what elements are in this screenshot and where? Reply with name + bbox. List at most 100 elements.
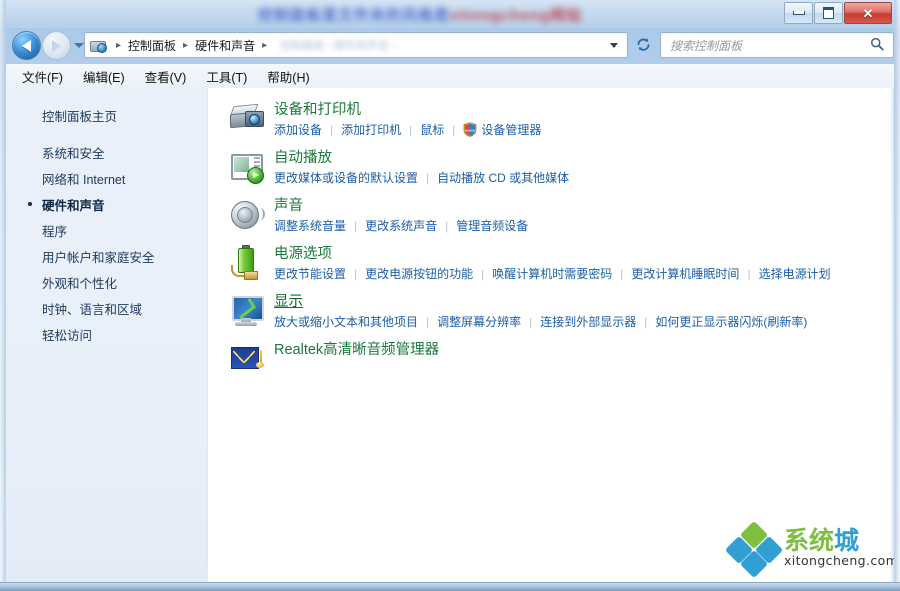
- link-change-system-sounds[interactable]: 更改系统声音: [365, 217, 437, 234]
- link-connect-external-display[interactable]: 连接到外部显示器: [540, 313, 636, 330]
- maximize-button[interactable]: [814, 2, 843, 24]
- link-change-power-button-behavior[interactable]: 更改电源按钮的功能: [365, 265, 473, 282]
- link-change-sleep-time[interactable]: 更改计算机睡眠时间: [631, 265, 739, 282]
- link-separator: |: [445, 218, 449, 233]
- sidebar-item-hardware-and-sound[interactable]: 硬件和声音: [6, 191, 207, 217]
- refresh-button[interactable]: [631, 32, 655, 56]
- category-title-link[interactable]: 自动播放: [274, 148, 332, 168]
- site-watermark: 系统城 xitongcheng.com: [724, 520, 894, 579]
- brand-diamond-logo-icon: [724, 520, 784, 579]
- link-device-manager[interactable]: 设备管理器: [463, 121, 541, 138]
- link-label: 设备管理器: [481, 123, 542, 137]
- breadcrumb-separator-2[interactable]: ▸: [257, 40, 272, 51]
- link-change-power-saving-settings[interactable]: 更改节能设置: [274, 265, 346, 282]
- realtek-audio-icon[interactable]: [230, 342, 264, 376]
- menu-item-file[interactable]: 文件(F): [12, 64, 73, 89]
- link-add-printer[interactable]: 添加打印机: [341, 121, 401, 138]
- category-title-link[interactable]: 声音: [274, 196, 303, 216]
- display-icon[interactable]: [230, 294, 264, 328]
- sound-icon[interactable]: [230, 198, 265, 232]
- category-display: 显示 放大或缩小文本和其他项目 | 调整屏幕分辨率 | 连接到外部显示器 | 如…: [208, 292, 894, 340]
- brand-name-cn: 系统城: [784, 526, 859, 555]
- link-require-password-on-wakeup[interactable]: 唤醒计算机时需要密码: [492, 265, 612, 282]
- forward-arrow-icon: [52, 39, 61, 52]
- window-border-bottom: [0, 582, 900, 591]
- breadcrumb-separator-1[interactable]: ▸: [178, 40, 193, 51]
- control-panel-window: 控制面板里文件夹的风格是 xitongcheng网站 ✕ ▸ 控制面板 ▸ 硬件…: [0, 0, 900, 591]
- category-title-link[interactable]: 设备和打印机: [274, 100, 361, 120]
- title-bar: 控制面板里文件夹的风格是 xitongcheng网站 ✕: [0, 0, 900, 28]
- sidebar-item-clock-language-region[interactable]: 时钟、语言和区域: [6, 295, 207, 321]
- link-adjust-screen-resolution[interactable]: 调整屏幕分辨率: [437, 313, 521, 330]
- menu-item-help[interactable]: 帮助(H): [257, 64, 319, 89]
- minimize-icon: [792, 11, 805, 15]
- link-fix-flickering-refresh-rate[interactable]: 如何更正显示器闪烁(刷新率): [655, 313, 807, 330]
- devices-and-printers-icon[interactable]: [229, 102, 264, 136]
- brand-char-1: 系: [784, 525, 810, 555]
- category-sound: 声音 调整系统音量 | 更改系统声音 | 管理音频设备: [208, 196, 894, 244]
- refresh-icon: [637, 37, 649, 51]
- category-links: 放大或缩小文本和其他项目 | 调整屏幕分辨率 | 连接到外部显示器 | 如何更正…: [274, 313, 894, 330]
- link-separator: |: [620, 266, 624, 281]
- sidebar-item-appearance[interactable]: 外观和个性化: [6, 269, 207, 295]
- category-links: 更改媒体或设备的默认设置 | 自动播放 CD 或其他媒体: [274, 169, 894, 186]
- close-button[interactable]: ✕: [844, 2, 892, 24]
- minimize-button[interactable]: [784, 2, 813, 24]
- power-options-icon[interactable]: [230, 245, 264, 280]
- forward-button[interactable]: [42, 31, 71, 60]
- menu-item-view[interactable]: 查看(V): [135, 64, 197, 89]
- sidebar-item-control-panel-home[interactable]: 控制面板主页: [6, 103, 207, 128]
- address-bar-faint-overlay: 控制面板 › 硬件和声音 ›: [280, 40, 396, 52]
- link-separator: |: [426, 170, 430, 185]
- link-separator: |: [452, 122, 456, 137]
- sidebar-item-system-and-security[interactable]: 系统和安全: [6, 139, 207, 165]
- search-input[interactable]: 搜索控制面板: [661, 37, 870, 54]
- search-box[interactable]: 搜索控制面板: [660, 32, 894, 58]
- search-icon: [870, 37, 885, 53]
- link-mouse[interactable]: 鼠标: [420, 121, 444, 138]
- link-separator: |: [426, 314, 430, 329]
- window-border-right: [894, 0, 900, 591]
- address-dropdown-chevron-down-icon[interactable]: [610, 42, 618, 48]
- sidebar-item-user-accounts[interactable]: 用户帐户和家庭安全: [6, 243, 207, 269]
- window-controls: ✕: [784, 2, 892, 24]
- sidebar-item-programs[interactable]: 程序: [6, 217, 207, 243]
- sidebar: 控制面板主页 系统和安全 网络和 Internet 硬件和声音 程序 用户帐户和…: [6, 88, 208, 583]
- uac-shield-icon: [463, 122, 477, 137]
- link-separator: |: [354, 218, 358, 233]
- navigation-bar: ▸ 控制面板 ▸ 硬件和声音 ▸ 控制面板 › 硬件和声音 › 搜索控制面板: [6, 28, 894, 64]
- menu-item-tools[interactable]: 工具(T): [196, 64, 257, 89]
- category-links: 更改节能设置 | 更改电源按钮的功能 | 唤醒计算机时需要密码 | 更改计算机睡…: [274, 265, 894, 282]
- recent-locations-chevron-down-icon[interactable]: [74, 43, 84, 48]
- category-title-link[interactable]: 电源选项: [274, 244, 332, 264]
- address-bar[interactable]: ▸ 控制面板 ▸ 硬件和声音 ▸ 控制面板 › 硬件和声音 ›: [84, 32, 628, 58]
- back-button[interactable]: [12, 31, 41, 60]
- link-separator: |: [409, 122, 413, 137]
- current-item-bullet-icon: [28, 202, 32, 206]
- category-autoplay: 自动播放 更改媒体或设备的默认设置 | 自动播放 CD 或其他媒体: [208, 148, 894, 196]
- link-separator: |: [354, 266, 358, 281]
- category-devices-and-printers: 设备和打印机 添加设备 | 添加打印机 | 鼠标 | 设备管理器: [208, 100, 894, 148]
- category-links: 添加设备 | 添加打印机 | 鼠标 | 设备管理器: [274, 121, 894, 138]
- breadcrumb-item-hardware-and-sound[interactable]: 硬件和声音: [193, 37, 257, 54]
- title-watermark-part2: xitongcheng网站: [449, 6, 583, 24]
- content-area: 控制面板主页 系统和安全 网络和 Internet 硬件和声音 程序 用户帐户和…: [6, 88, 894, 583]
- link-adjust-system-volume[interactable]: 调整系统音量: [274, 217, 346, 234]
- window-title-watermark: 控制面板里文件夹的风格是 xitongcheng网站: [220, 2, 620, 26]
- category-title-link[interactable]: 显示: [274, 292, 303, 312]
- close-icon: ✕: [862, 5, 874, 21]
- link-change-default-media-settings[interactable]: 更改媒体或设备的默认设置: [274, 169, 418, 186]
- link-add-device[interactable]: 添加设备: [274, 121, 322, 138]
- sidebar-item-ease-of-access[interactable]: 轻松访问: [6, 321, 207, 347]
- maximize-icon: [823, 7, 834, 19]
- breadcrumb-item-control-panel[interactable]: 控制面板: [126, 37, 178, 54]
- category-title-link[interactable]: Realtek高清晰音频管理器: [274, 340, 439, 360]
- main-panel: 设备和打印机 添加设备 | 添加打印机 | 鼠标 | 设备管理器 自动播放 更改…: [208, 88, 894, 583]
- link-choose-power-plan[interactable]: 选择电源计划: [759, 265, 831, 282]
- sidebar-item-network-and-internet[interactable]: 网络和 Internet: [6, 165, 207, 191]
- link-make-text-larger-or-smaller[interactable]: 放大或缩小文本和其他项目: [274, 313, 418, 330]
- menu-item-edit[interactable]: 编辑(E): [73, 64, 135, 89]
- autoplay-icon[interactable]: [230, 150, 264, 184]
- link-manage-audio-devices[interactable]: 管理音频设备: [456, 217, 528, 234]
- link-play-cd-or-other-media[interactable]: 自动播放 CD 或其他媒体: [437, 169, 569, 186]
